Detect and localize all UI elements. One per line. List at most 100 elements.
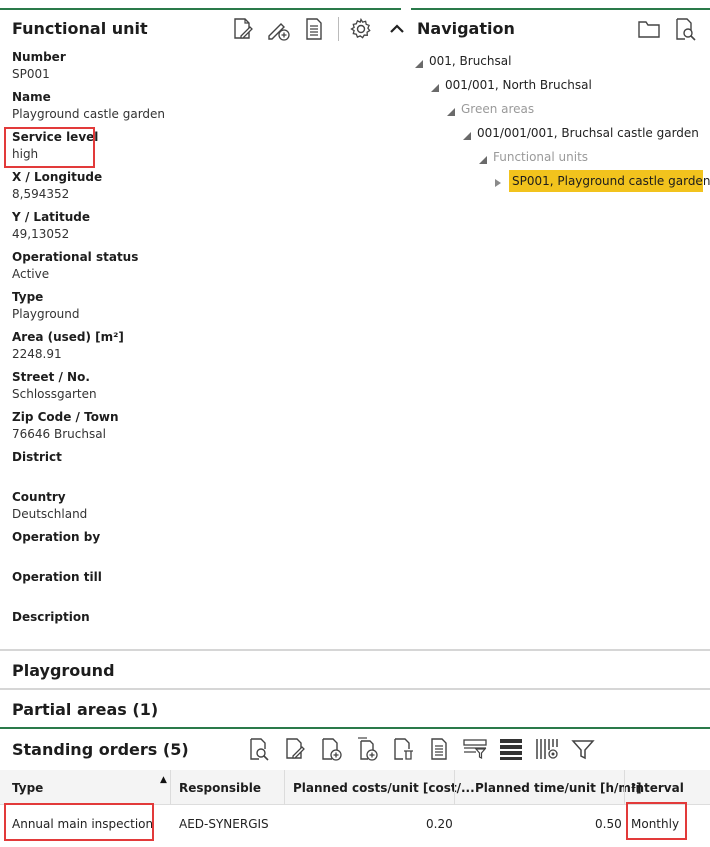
cell-planned-time: 0.50: [595, 817, 622, 831]
field-6: Type Playground: [12, 290, 79, 321]
column-divider[interactable]: [454, 770, 455, 805]
tree-node[interactable]: 001/001, North Bruchsal: [431, 78, 592, 92]
section-divider: [0, 649, 710, 651]
standing-orders-toolbar: [247, 737, 607, 761]
field-value: [12, 547, 100, 561]
field-label: Operation till: [12, 570, 102, 584]
functional-unit-toolbar: [230, 17, 421, 41]
field-label: Operational status: [12, 250, 139, 264]
navigation-title: Navigation: [417, 19, 515, 38]
report-icon[interactable]: [302, 17, 326, 41]
field-value: 76646 Bruchsal: [12, 427, 106, 441]
tree-expanded-icon[interactable]: [431, 81, 439, 92]
cell-planned-costs: 0.20: [426, 817, 453, 831]
tree-expanded-icon[interactable]: [447, 105, 455, 116]
field-value: Active: [12, 267, 50, 281]
field-label: Name: [12, 90, 51, 104]
navigation-toolbar: [637, 17, 709, 41]
field-12: Operation by: [12, 530, 100, 561]
section-divider: [0, 727, 710, 729]
tree-expanded-icon[interactable]: [463, 129, 471, 140]
grid-header: Type ▲ Responsible Planned costs/unit [c…: [0, 770, 710, 805]
column-header-planned-time[interactable]: Planned time/unit [h/m²]: [475, 781, 642, 795]
field-value: SP001: [12, 67, 50, 81]
settings-gear-icon[interactable]: [349, 17, 373, 41]
field-8: Street / No. Schlossgarten: [12, 370, 97, 401]
filter-funnel-icon[interactable]: [571, 737, 595, 761]
field-label: Number: [12, 50, 66, 64]
report-icon[interactable]: [427, 737, 451, 761]
column-header-type[interactable]: Type: [12, 781, 43, 795]
functional-unit-panel: Functional unit Number SP001 Name Playgroun…: [0, 0, 404, 648]
panel-title: Functional unit: [12, 19, 148, 38]
field-9: Zip Code / Town 76646 Bruchsal: [12, 410, 119, 441]
document-search-icon[interactable]: [673, 17, 697, 41]
field-1: Name Playground castle garden: [12, 90, 165, 121]
tree-node[interactable]: Functional units: [479, 150, 588, 164]
column-divider[interactable]: [284, 770, 285, 805]
field-10: District: [12, 450, 62, 481]
delete-document-icon[interactable]: [391, 737, 415, 761]
tree-node-label: Green areas: [461, 102, 535, 116]
field-label: Zip Code / Town: [12, 410, 119, 424]
tree-node-label-selected: SP001, Playground castle garden: [509, 170, 710, 192]
filter-row-icon[interactable]: [463, 737, 487, 761]
tree-node[interactable]: 001/001/001, Bruchsal castle garden: [463, 126, 699, 140]
tree-node-label: 001/001, North Bruchsal: [445, 78, 592, 92]
edit-add-icon[interactable]: [266, 17, 290, 41]
column-divider[interactable]: [624, 770, 625, 805]
tree-node-label: 001/001/001, Bruchsal castle garden: [477, 126, 699, 140]
tree-node-label: 001, Bruchsal: [429, 54, 512, 68]
field-3: X / Longitude 8,594352: [12, 170, 102, 201]
tree-node-label: Functional units: [493, 150, 589, 164]
column-header-planned-costs[interactable]: Planned costs/unit [cost/...: [293, 781, 475, 795]
tree-node[interactable]: 001, Bruchsal: [415, 54, 511, 68]
standing-orders-section-header[interactable]: Standing orders (5): [12, 740, 189, 759]
edit-document-icon[interactable]: [230, 17, 254, 41]
tree-node[interactable]: Green areas: [447, 102, 534, 116]
tree-collapsed-icon[interactable]: [495, 177, 503, 187]
field-5: Operational status Active: [12, 250, 138, 281]
field-value: [12, 587, 102, 601]
folder-icon[interactable]: [637, 17, 661, 41]
column-divider[interactable]: [170, 770, 171, 805]
field-4: Y / Latitude 49,13052: [12, 210, 90, 241]
field-value: 49,13052: [12, 227, 70, 241]
playground-section-header[interactable]: Playground: [12, 661, 115, 680]
cell-responsible: AED-SYNERGIS: [179, 817, 269, 831]
field-label: X / Longitude: [12, 170, 103, 184]
partial-areas-section-header[interactable]: Partial areas (1): [12, 700, 158, 719]
column-header-responsible[interactable]: Responsible: [179, 781, 261, 795]
tree-expanded-icon[interactable]: [479, 153, 487, 164]
field-value: Schlossgarten: [12, 387, 97, 401]
field-label: Street / No.: [12, 370, 90, 384]
field-value: Playground castle garden: [12, 107, 166, 121]
column-settings-icon[interactable]: [535, 737, 559, 761]
field-label: Description: [12, 610, 90, 624]
field-label: Area (used) [m²]: [12, 330, 124, 344]
field-value: 2248.91: [12, 347, 62, 361]
column-header-interval[interactable]: Interval: [631, 781, 684, 795]
type-cell-highlight: [4, 803, 154, 841]
toolbar-separator: [338, 17, 339, 41]
navigation-panel: Navigation 001, Bruchsal 001/001, North B…: [411, 0, 710, 648]
tree-expanded-icon[interactable]: [415, 57, 423, 68]
add-document-copy-icon[interactable]: [355, 737, 379, 761]
list-view-icon[interactable]: [499, 737, 523, 761]
edit-document-icon[interactable]: [283, 737, 307, 761]
field-7: Area (used) [m²] 2248.91: [12, 330, 124, 361]
panel-accent-line: [0, 8, 401, 10]
panel-accent-line: [411, 8, 710, 10]
field-label: Operation by: [12, 530, 101, 544]
field-11: Country Deutschland: [12, 490, 87, 521]
tree-node[interactable]: SP001, Playground castle garden: [495, 170, 710, 192]
field-label: District: [12, 450, 62, 464]
sort-ascending-icon: ▲: [160, 775, 167, 785]
interval-cell-highlight: [626, 802, 687, 840]
collapse-chevron-up-icon[interactable]: [385, 17, 409, 41]
search-document-icon[interactable]: [247, 737, 271, 761]
add-document-icon[interactable]: [319, 737, 343, 761]
field-value: [12, 467, 62, 481]
field-13: Operation till: [12, 570, 102, 601]
field-value: Playground: [12, 307, 80, 321]
